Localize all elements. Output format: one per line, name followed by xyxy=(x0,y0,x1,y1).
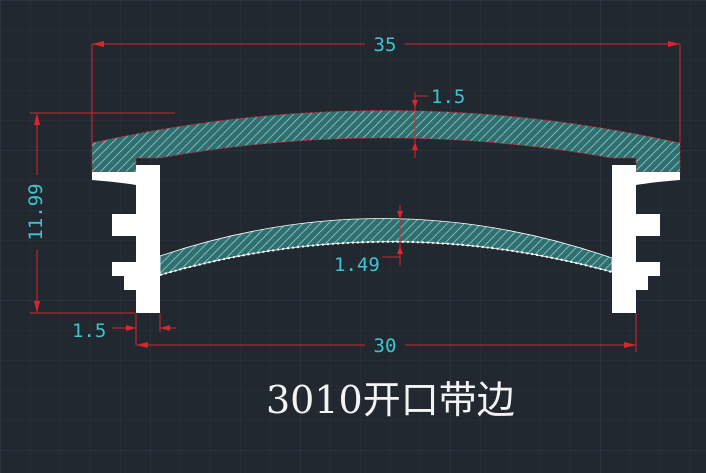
dimension-label-height: 11.99 xyxy=(25,183,47,240)
drawing-title: 3010开口带边 xyxy=(266,378,515,422)
dimension-label-overall-width: 35 xyxy=(374,34,397,56)
dimension-label-opening-width: 30 xyxy=(374,335,397,357)
dimension-label-top-thickness: 1.5 xyxy=(431,86,465,108)
cad-drawing-canvas: 35 1.5 1.49 11.99 1.5 30 3010开口带边 xyxy=(0,0,706,473)
dimension-label-wall-thickness: 1.5 xyxy=(72,320,106,342)
dimension-label-lens-thickness: 1.49 xyxy=(334,254,380,276)
